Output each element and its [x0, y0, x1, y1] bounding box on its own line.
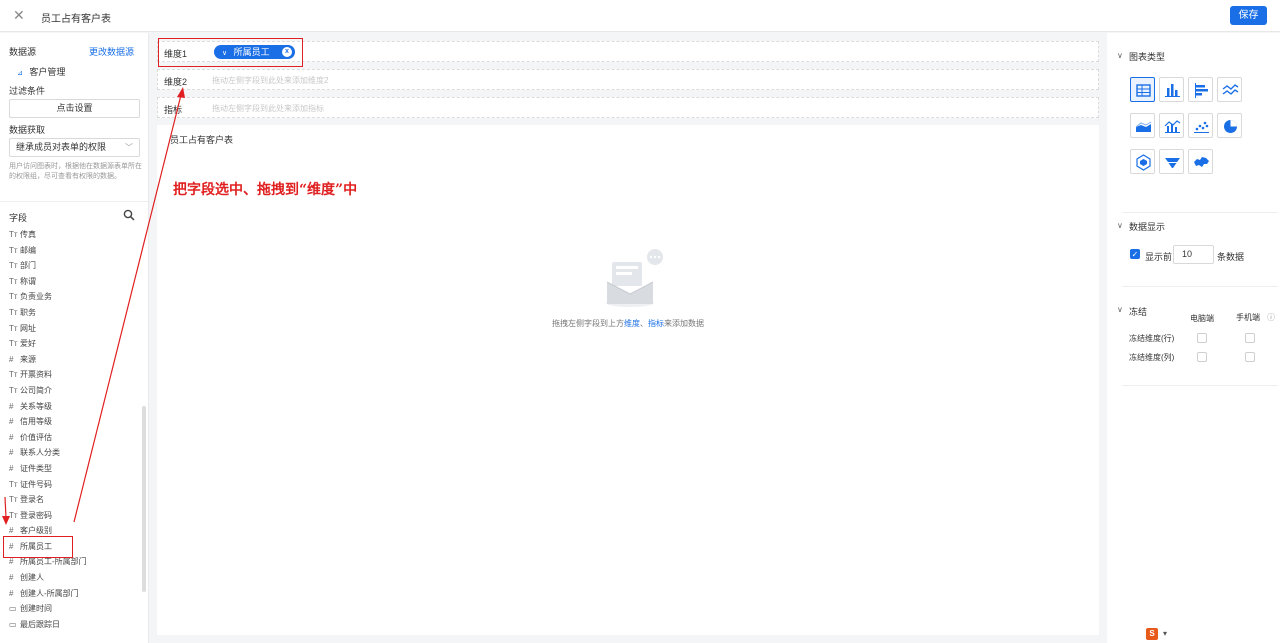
freeze-col-pc-checkbox[interactable] [1197, 352, 1207, 362]
chart-type-radar[interactable] [1130, 149, 1155, 174]
chart-type-combo[interactable] [1159, 113, 1184, 138]
chart-type-funnel[interactable] [1159, 149, 1184, 174]
table-chart-icon [1136, 84, 1151, 97]
combo-chart-icon [1164, 120, 1181, 133]
show-top-input[interactable]: 10 [1173, 245, 1214, 264]
horizontal-bar-chart-icon [1195, 83, 1208, 98]
right-panel: ∨ 图表类型 ∨ 数据显示 ✓ 显示前 条数据 ∨ 冻结 电脑端 手机端 ⓘ 冻… [1107, 33, 1280, 643]
chart-type-hbar[interactable] [1188, 77, 1213, 102]
brand-logo-icon: S [1146, 628, 1158, 640]
chevron-down-icon[interactable]: ∨ [1117, 51, 1123, 60]
pie-chart-icon [1224, 120, 1237, 133]
scatter-chart-icon [1194, 121, 1209, 133]
map-chart-icon [1194, 157, 1209, 167]
freeze-row-pc-checkbox[interactable] [1197, 333, 1207, 343]
divider [1122, 286, 1278, 287]
show-top-unit: 条数据 [1217, 252, 1245, 262]
help-icon[interactable]: ⓘ [1267, 312, 1275, 323]
chart-type-line[interactable] [1217, 77, 1242, 102]
divider [1122, 212, 1278, 213]
show-top-label: 显示前 [1145, 252, 1173, 262]
bar-chart-icon [1165, 84, 1180, 97]
chart-type-scatter[interactable] [1188, 113, 1213, 138]
radar-chart-icon [1136, 154, 1151, 171]
chart-type-title: 图表类型 [1129, 52, 1166, 62]
dropdown-caret-icon[interactable]: ▾ [1163, 629, 1167, 638]
freeze-col-pc: 电脑端 [1190, 314, 1214, 323]
chart-type-map[interactable] [1188, 149, 1213, 174]
freeze-title: 冻结 [1129, 307, 1148, 317]
freeze-col-mobile: 手机端 [1236, 313, 1260, 322]
line-chart-icon [1222, 84, 1239, 95]
chart-type-pie[interactable] [1217, 113, 1242, 138]
annotation-arrows [2, 87, 185, 525]
divider [1122, 385, 1278, 386]
chart-type-table[interactable] [1130, 77, 1155, 102]
freeze-row-label: 冻结维度(行) [1129, 334, 1175, 343]
funnel-chart-icon [1165, 158, 1180, 168]
chevron-down-icon[interactable]: ∨ [1117, 305, 1123, 314]
chart-type-area[interactable] [1130, 113, 1155, 138]
freeze-row-mobile-checkbox[interactable] [1245, 333, 1255, 343]
area-chart-icon [1135, 121, 1152, 132]
freeze-col-label: 冻结维度(列) [1129, 353, 1175, 362]
show-top-checkbox[interactable]: ✓ [1130, 249, 1140, 259]
chart-type-bar[interactable] [1159, 77, 1184, 102]
data-display-title: 数据显示 [1129, 222, 1166, 232]
freeze-col-mobile-checkbox[interactable] [1245, 352, 1255, 362]
chevron-down-icon[interactable]: ∨ [1117, 221, 1123, 230]
